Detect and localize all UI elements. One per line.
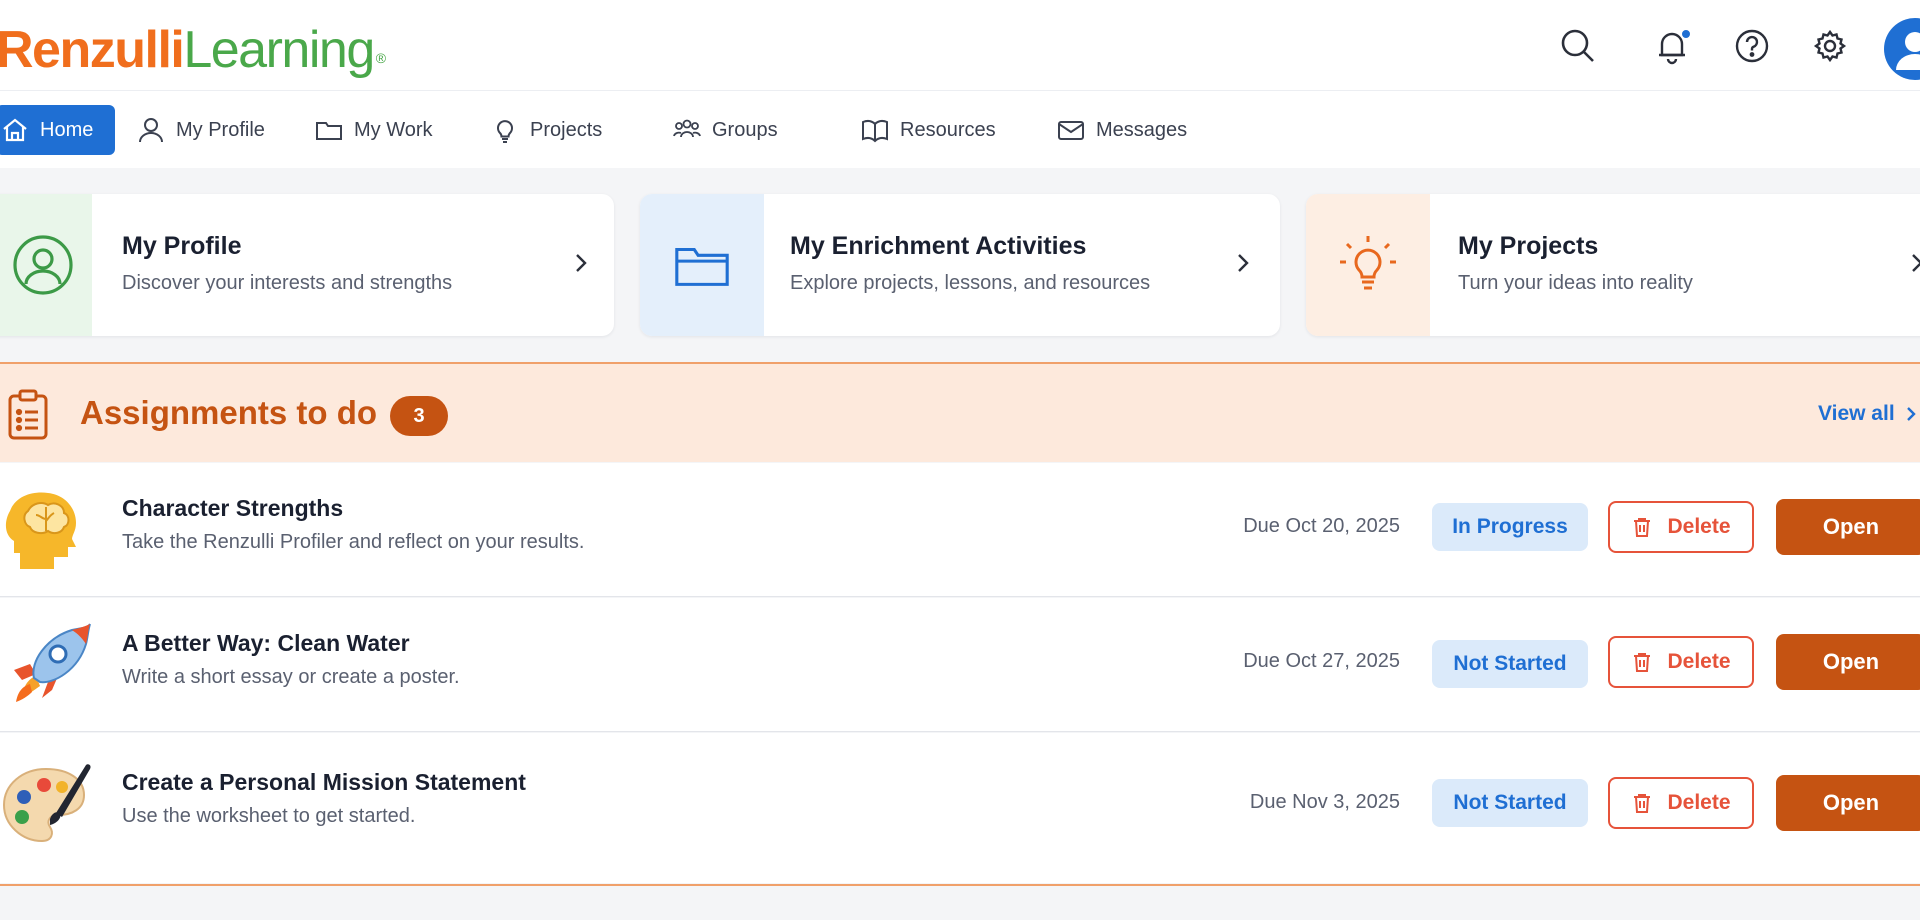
card-my-enrichment-activities[interactable]: My Enrichment Activities Explore project…	[640, 194, 1280, 336]
status-badge: In Progress	[1432, 503, 1588, 551]
card-icon-box	[0, 194, 92, 336]
chevron-right-icon	[1238, 254, 1249, 272]
view-all-label: View all	[1818, 402, 1895, 425]
card-my-projects[interactable]: My Projects Turn your ideas into reality	[1306, 194, 1920, 336]
nav-label: Resources	[900, 118, 996, 141]
trash-icon	[1634, 518, 1651, 537]
rocket-icon	[14, 623, 91, 702]
card-title: My Projects	[1458, 232, 1599, 260]
nav-label: Projects	[530, 118, 603, 141]
view-all-link[interactable]: View all	[1818, 402, 1919, 426]
brand-logo[interactable]: RenzulliLearning ®	[0, 20, 386, 80]
profile-circle-icon	[13, 235, 73, 295]
folder-icon	[316, 122, 342, 140]
card-subtitle: Explore projects, lessons, and resources	[790, 272, 1151, 294]
avatar[interactable]	[1884, 18, 1920, 80]
notification-dot	[1680, 28, 1692, 40]
card-icon-box	[640, 194, 764, 336]
page-footer-area	[0, 886, 1920, 920]
home-icon	[3, 118, 27, 142]
gear-icon[interactable]	[1808, 24, 1852, 68]
bell-icon[interactable]	[1650, 24, 1694, 68]
assignment-row: A Better Way: Clean Water Write a short …	[0, 598, 1920, 732]
nav-item-messages[interactable]: Messages	[1048, 105, 1195, 155]
status-badge: Not Started	[1432, 779, 1588, 827]
chevron-right-icon	[576, 254, 587, 272]
groups-icon	[673, 119, 701, 138]
delete-label: Delete	[1667, 791, 1731, 814]
brand-registered-mark: ®	[375, 50, 386, 66]
card-title: My Enrichment Activities	[790, 232, 1087, 260]
assignment-title[interactable]: Character Strengths	[122, 495, 343, 522]
book-icon	[862, 119, 888, 143]
assignments-header: Assignments to do 3 View all	[0, 362, 1920, 462]
trash-icon	[1634, 653, 1651, 672]
delete-button[interactable]: Delete	[1608, 777, 1754, 829]
top-header: RenzulliLearning ®	[0, 0, 1920, 91]
lightbulb-icon	[1340, 236, 1396, 290]
chevron-right-icon	[1912, 254, 1920, 272]
open-button[interactable]: Open	[1776, 634, 1920, 690]
assignments-title: Assignments to do	[80, 394, 378, 431]
chevron-right-icon	[1906, 407, 1916, 421]
card-icon-box	[1306, 194, 1430, 336]
assignment-title[interactable]: A Better Way: Clean Water	[122, 630, 410, 657]
assignment-row: Character Strengths Take the Renzulli Pr…	[0, 463, 1920, 597]
assignment-due-date: Due Oct 27, 2025	[1243, 650, 1400, 672]
delete-button[interactable]: Delete	[1608, 501, 1754, 553]
trash-icon	[1634, 794, 1651, 813]
assignments-count-badge: 3	[390, 396, 448, 436]
nav-label: My Profile	[176, 118, 265, 141]
assignment-due-date: Due Oct 20, 2025	[1243, 515, 1400, 537]
card-subtitle: Turn your ideas into reality	[1458, 272, 1693, 294]
assignment-due-date: Due Nov 3, 2025	[1249, 791, 1400, 813]
nav-item-my-work[interactable]: My Work	[306, 105, 441, 155]
status-badge: Not Started	[1432, 640, 1588, 688]
assignment-description: Take the Renzulli Profiler and reflect o…	[122, 531, 585, 553]
lightbulb-icon	[497, 120, 513, 143]
brain-head-icon	[5, 492, 76, 569]
folder-icon	[675, 247, 729, 286]
delete-button[interactable]: Delete	[1608, 636, 1754, 688]
delete-label: Delete	[1667, 515, 1731, 538]
nav-item-my-profile[interactable]: My Profile	[128, 105, 273, 155]
assignment-description: Write a short essay or create a poster.	[122, 666, 460, 688]
assignment-description: Use the worksheet to get started.	[122, 805, 416, 827]
nav-label: Groups	[712, 118, 778, 141]
clipboard-icon	[8, 389, 48, 440]
nav-label: Messages	[1096, 118, 1188, 141]
nav-label: My Work	[354, 118, 433, 141]
user-icon	[139, 118, 163, 143]
brand-name-part1: Renzulli	[0, 21, 185, 79]
nav-item-projects[interactable]: Projects	[482, 105, 610, 155]
assignment-row: Create a Personal Mission Statement Use …	[0, 733, 1920, 883]
help-icon[interactable]	[1730, 24, 1774, 68]
nav-label: Home	[40, 118, 94, 141]
search-icon[interactable]	[1556, 24, 1600, 68]
main-nav: Home My Profile My Work Projects Groups …	[0, 91, 1920, 168]
brand-name-part2: Learning	[183, 21, 375, 79]
open-button[interactable]: Open	[1776, 499, 1920, 555]
assignment-title[interactable]: Create a Personal Mission Statement	[122, 769, 526, 796]
palette-icon	[2, 764, 91, 843]
mail-icon	[1058, 121, 1084, 140]
card-title: My Profile	[122, 232, 242, 260]
nav-item-groups[interactable]: Groups	[664, 105, 786, 155]
nav-item-home[interactable]: Home	[0, 105, 116, 155]
delete-label: Delete	[1667, 650, 1731, 673]
nav-item-resources[interactable]: Resources	[852, 105, 1004, 155]
open-button[interactable]: Open	[1776, 775, 1920, 831]
card-my-profile[interactable]: My Profile Discover your interests and s…	[0, 194, 614, 336]
card-subtitle: Discover your interests and strengths	[122, 272, 453, 294]
